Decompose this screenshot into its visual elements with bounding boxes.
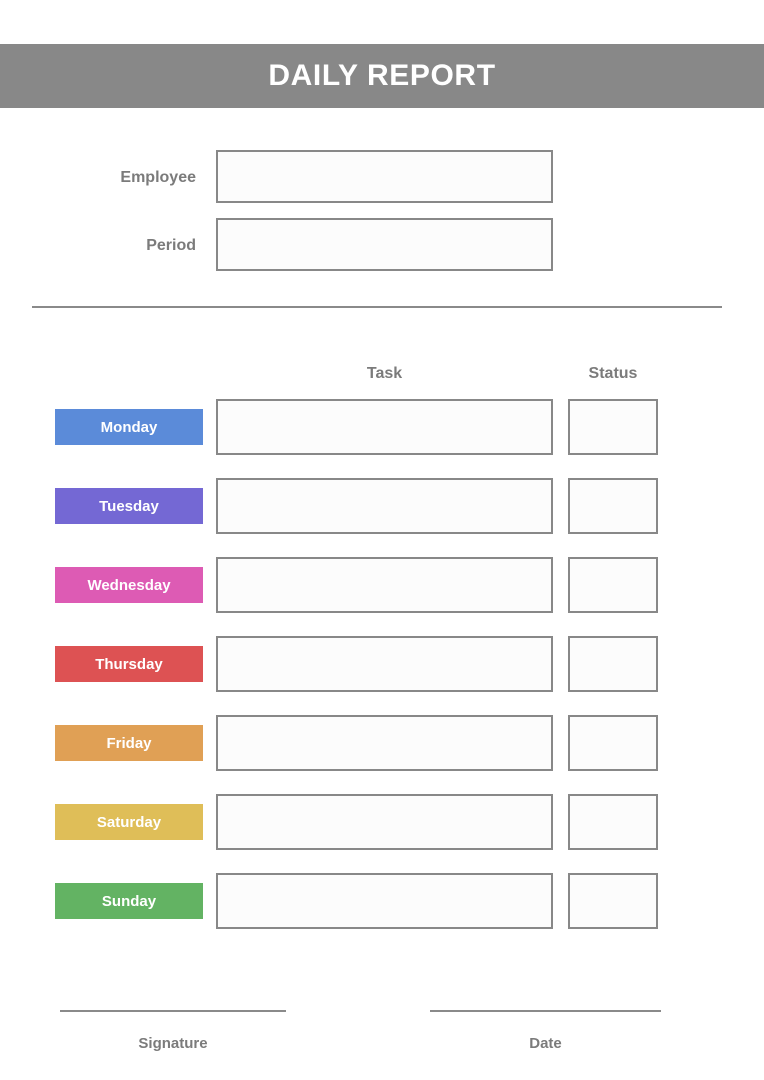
task-input-monday[interactable] xyxy=(216,399,553,455)
employee-label: Employee xyxy=(120,168,196,186)
status-input-friday[interactable] xyxy=(568,715,658,771)
meta-fields-block: Employee Period xyxy=(0,150,764,286)
task-input-friday[interactable] xyxy=(216,715,553,771)
task-input-thursday[interactable] xyxy=(216,636,553,692)
period-label: Period xyxy=(146,236,196,254)
column-header-status: Status xyxy=(588,365,638,382)
table-row: Wednesday xyxy=(0,557,764,613)
meta-row-period: Period xyxy=(0,218,764,273)
status-input-monday[interactable] xyxy=(568,399,658,455)
status-input-sunday[interactable] xyxy=(568,873,658,929)
table-row: Thursday xyxy=(0,636,764,692)
task-input-tuesday[interactable] xyxy=(216,478,553,534)
table-row: Monday xyxy=(0,399,764,455)
status-input-thursday[interactable] xyxy=(568,636,658,692)
column-header-task: Task xyxy=(366,365,403,382)
task-input-wednesday[interactable] xyxy=(216,557,553,613)
table-row: Saturday xyxy=(0,794,764,850)
day-label-monday: Monday xyxy=(55,409,203,445)
task-input-sunday[interactable] xyxy=(216,873,553,929)
day-rows: Monday Tuesday Wednesday Thursday Friday Satu… xyxy=(0,399,764,952)
page-title: DAILY REPORT xyxy=(268,59,496,92)
table-row: Tuesday xyxy=(0,478,764,534)
day-label-wednesday: Wednesday xyxy=(55,567,203,603)
meta-row-employee: Employee xyxy=(0,150,764,205)
day-label-thursday: Thursday xyxy=(55,646,203,682)
day-label-tuesday: Tuesday xyxy=(55,488,203,524)
section-divider xyxy=(32,306,722,308)
date-line[interactable] xyxy=(430,1010,661,1012)
day-label-saturday: Saturday xyxy=(55,804,203,840)
signature-label: Signature xyxy=(138,1035,208,1052)
task-input-saturday[interactable] xyxy=(216,794,553,850)
table-row: Sunday xyxy=(0,873,764,929)
status-input-tuesday[interactable] xyxy=(568,478,658,534)
period-field[interactable] xyxy=(216,218,553,271)
employee-field[interactable] xyxy=(216,150,553,203)
date-label: Date xyxy=(529,1035,562,1052)
table-row: Friday xyxy=(0,715,764,771)
status-input-saturday[interactable] xyxy=(568,794,658,850)
day-label-friday: Friday xyxy=(55,725,203,761)
day-label-sunday: Sunday xyxy=(55,883,203,919)
signature-line[interactable] xyxy=(60,1010,286,1012)
status-input-wednesday[interactable] xyxy=(568,557,658,613)
daily-report-page: DAILY REPORT Employee Period Task Status… xyxy=(0,0,764,1080)
page-header-band: DAILY REPORT xyxy=(0,44,764,108)
